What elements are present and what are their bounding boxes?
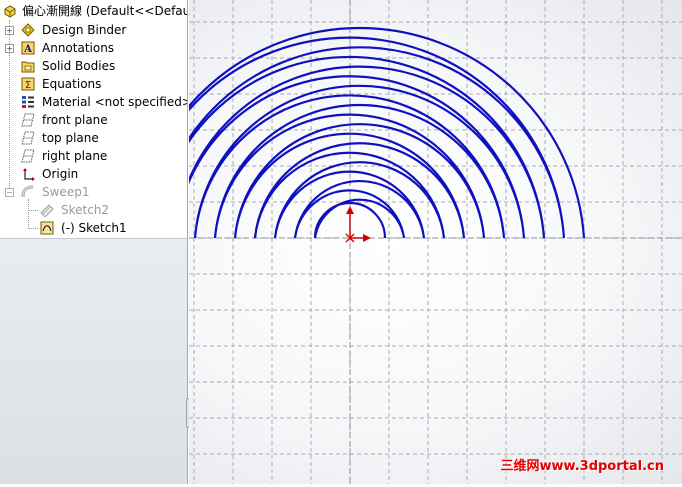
tree-item-label: Design Binder <box>42 23 127 37</box>
tree-item-label: top plane <box>42 131 99 145</box>
equations-icon: Σ <box>21 77 35 91</box>
tree-item-label: Sweep1 <box>42 185 90 199</box>
tree-item-label: Sketch2 <box>61 203 110 217</box>
svg-text:Σ: Σ <box>25 80 31 91</box>
design-binder-icon <box>21 23 35 37</box>
solid-bodies-icon <box>21 61 35 73</box>
site-watermark: 三维网www.3dportal.cn <box>500 459 664 474</box>
material-icon <box>22 96 34 108</box>
tree-item-equations[interactable]: Σ Equations <box>0 75 187 93</box>
tree-item-label: Equations <box>42 77 102 91</box>
tree-item-top-plane[interactable]: top plane <box>0 129 187 147</box>
tree-item-right-plane[interactable]: right plane <box>0 147 187 165</box>
tree-item-label: (-) Sketch1 <box>61 221 127 235</box>
tree-item-origin[interactable]: Origin <box>0 165 187 183</box>
tree-item-label: right plane <box>42 149 108 163</box>
tree-item-front-plane[interactable]: front plane <box>0 111 187 129</box>
origin-icon <box>23 168 35 181</box>
graphics-viewport[interactable]: 三维网www.3dportal.cn <box>133 0 682 484</box>
tree-item-material[interactable]: Material <not specified> <box>0 93 188 111</box>
origin-marker-icon <box>345 206 371 243</box>
sketch-canvas[interactable] <box>133 0 682 484</box>
sweep-icon <box>21 185 34 198</box>
tree-item-sketch1[interactable]: (-) Sketch1 <box>0 219 187 237</box>
tree-item-label: Origin <box>42 167 79 181</box>
sketch-icon <box>40 204 54 217</box>
tree-item-design-binder[interactable]: + Design Binder <box>0 21 187 39</box>
tree-item-label: Solid Bodies <box>42 59 116 73</box>
feature-manager-tree: 偏心漸開線 (Default<<Defau + Design Binder + … <box>0 0 188 484</box>
tree-empty-area <box>0 238 187 484</box>
tree-item-sketch2[interactable]: Sketch2 <box>0 201 187 219</box>
expand-icon[interactable]: + <box>5 44 14 53</box>
sketch-icon <box>40 221 54 235</box>
tree-item-annotations[interactable]: + A Annotations <box>0 39 187 57</box>
svg-text:A: A <box>23 44 32 55</box>
annotations-icon: A <box>21 41 35 55</box>
eccentric-involute-spiral[interactable] <box>133 26 586 239</box>
part-name: 偏心漸開線 (Default<<Defau <box>22 4 188 18</box>
tree-root-part[interactable]: 偏心漸開線 (Default<<Defau <box>0 2 188 20</box>
part-icon <box>4 5 16 18</box>
plane-icon <box>21 149 35 163</box>
collapse-icon[interactable]: − <box>5 188 14 197</box>
expand-icon[interactable]: + <box>5 26 14 35</box>
plane-icon <box>21 113 35 127</box>
tree-item-label: front plane <box>42 113 108 127</box>
plane-icon <box>21 131 35 145</box>
tree-item-label: Annotations <box>42 41 115 55</box>
tree-item-solid-bodies[interactable]: Solid Bodies <box>0 57 187 75</box>
tree-item-label: Material <not specified> <box>42 95 188 109</box>
